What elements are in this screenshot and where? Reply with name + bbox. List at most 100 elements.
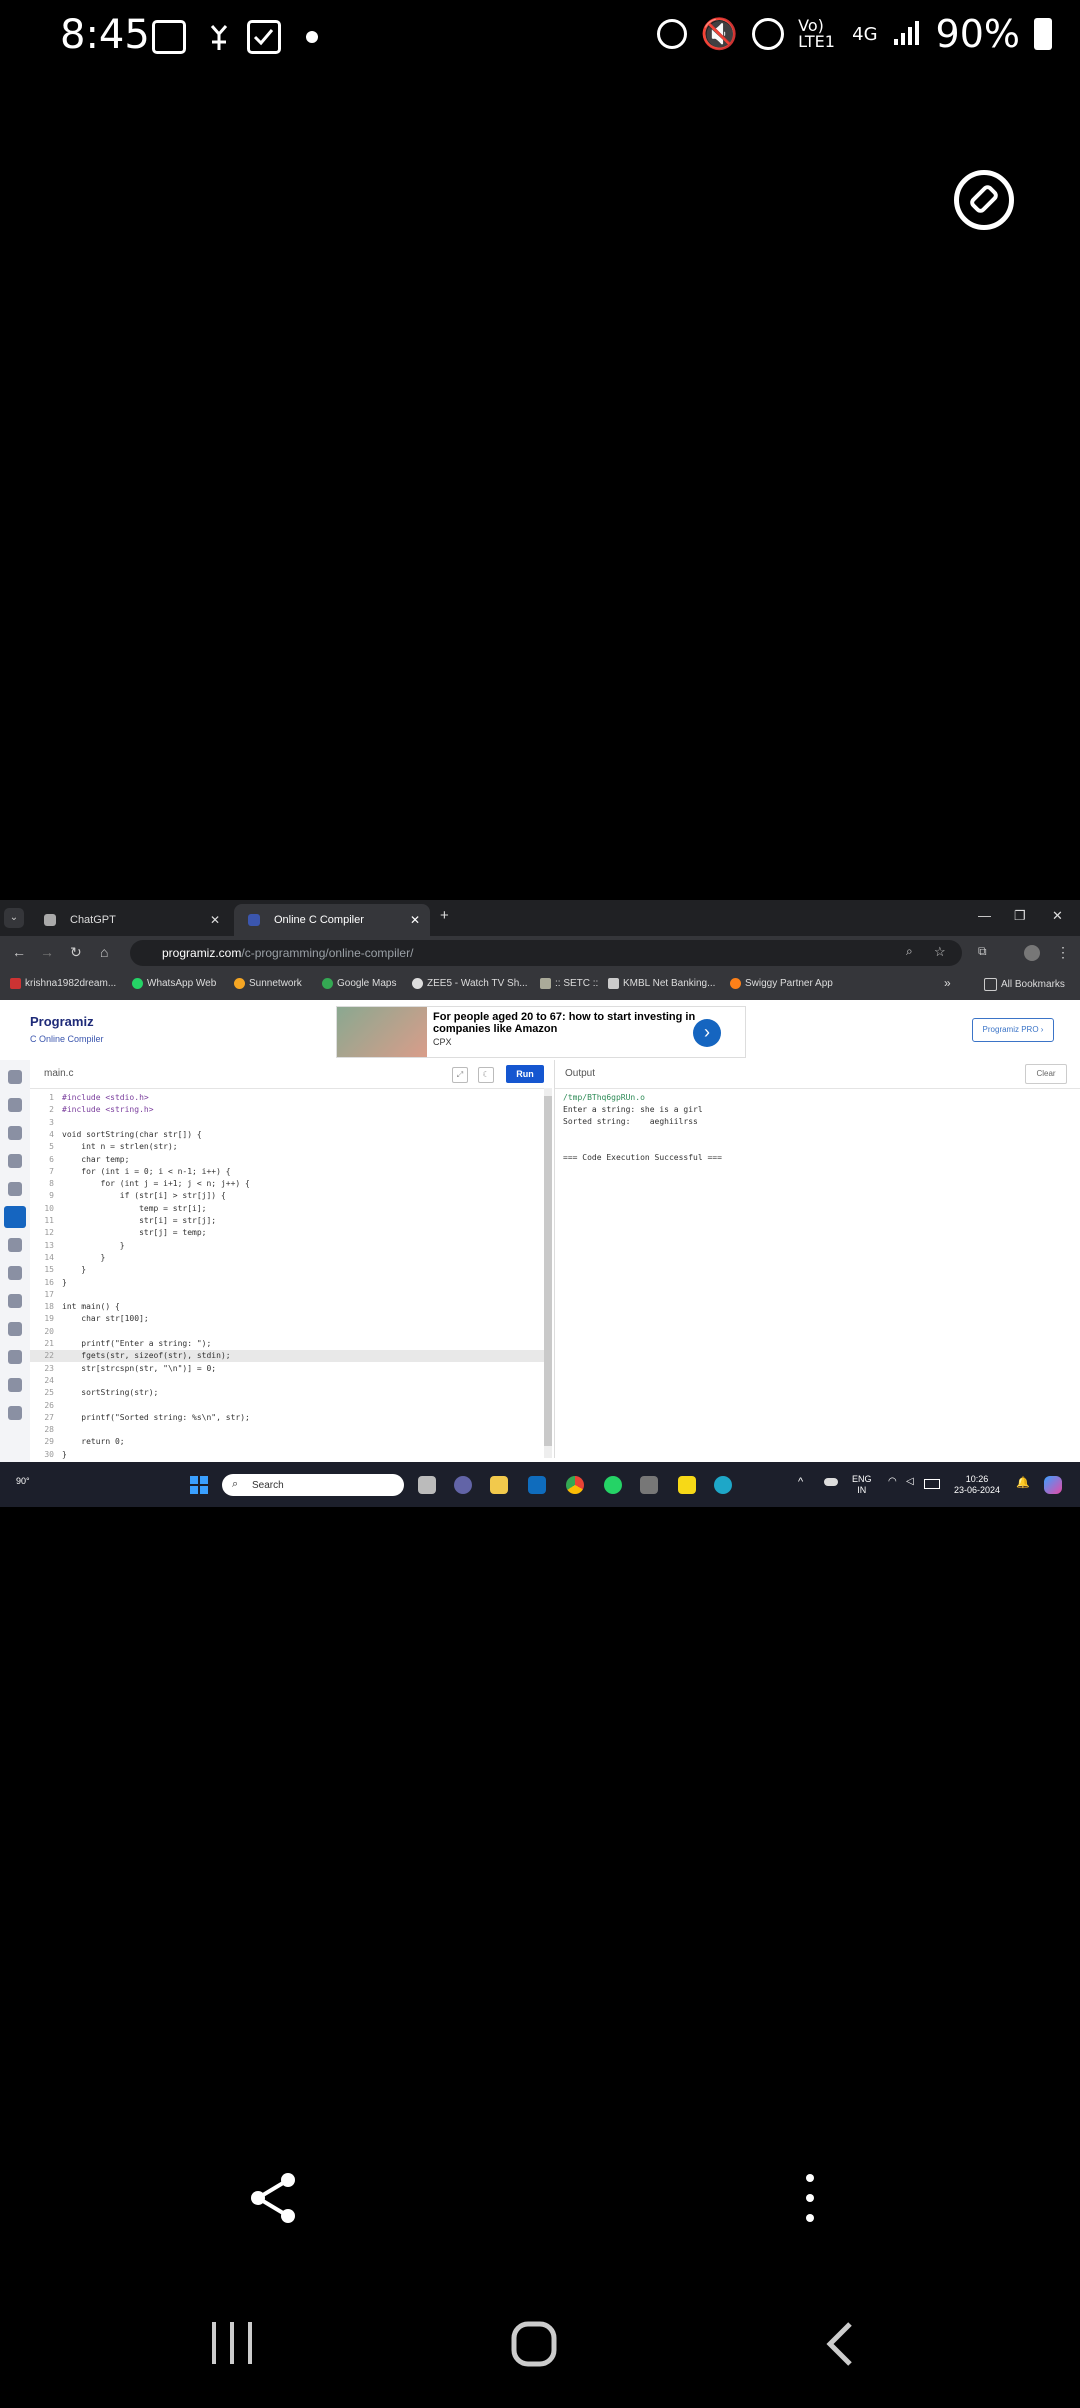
- code-line[interactable]: void sortString(char str[]) {: [62, 1129, 202, 1141]
- bookmark-item[interactable]: Sunnetwork: [234, 978, 302, 989]
- code-line[interactable]: char str[100];: [62, 1313, 148, 1325]
- code-line[interactable]: #include <string.h>: [62, 1104, 154, 1116]
- share-icon[interactable]: [246, 2170, 302, 2226]
- code-line[interactable]: }: [62, 1252, 106, 1264]
- whatsapp-icon[interactable]: [604, 1476, 622, 1494]
- php-icon[interactable]: [8, 1350, 22, 1364]
- edge-icon[interactable]: [714, 1476, 732, 1494]
- more-bookmarks-button[interactable]: »: [944, 976, 951, 990]
- run-button[interactable]: Run: [506, 1065, 544, 1083]
- battery-icon[interactable]: [924, 1479, 940, 1489]
- close-icon[interactable]: ✕: [210, 913, 220, 927]
- theme-icon[interactable]: ☾: [478, 1067, 494, 1083]
- code-line[interactable]: }: [62, 1277, 67, 1289]
- code-line[interactable]: str[i] = str[j];: [62, 1215, 216, 1227]
- js-icon[interactable]: [8, 1294, 22, 1308]
- code-line[interactable]: }: [62, 1264, 86, 1276]
- swift-icon[interactable]: [8, 1378, 22, 1392]
- fullscreen-icon[interactable]: ⤢: [452, 1067, 468, 1083]
- more-options-icon[interactable]: [800, 2170, 820, 2226]
- zoom-icon[interactable]: ⌕: [906, 944, 913, 959]
- code-editor[interactable]: 1 #include <stdio.h> 2 #include <string.h> 3…: [30, 1088, 552, 1461]
- tab-online-c-compiler[interactable]: Online C Compiler ✕: [234, 904, 430, 936]
- ad-arrow-icon[interactable]: ›: [693, 1019, 721, 1047]
- bookmark-item[interactable]: :: SETC ::: [540, 978, 598, 989]
- code-line[interactable]: str[strcspn(str, "\n")] = 0;: [62, 1363, 216, 1375]
- onedrive-icon[interactable]: [824, 1478, 838, 1486]
- bookmark-item[interactable]: Swiggy Partner App: [730, 978, 833, 989]
- editor-scrollbar-thumb[interactable]: [544, 1096, 552, 1446]
- java-icon[interactable]: [8, 1182, 22, 1196]
- chrome-icon[interactable]: [566, 1476, 584, 1494]
- code-line[interactable]: temp = str[i];: [62, 1203, 206, 1215]
- weather-icon[interactable]: 90°: [16, 1476, 30, 1486]
- forward-icon[interactable]: →: [40, 944, 54, 960]
- code-line[interactable]: int n = strlen(str);: [62, 1141, 177, 1153]
- advertisement[interactable]: For people aged 20 to 67: how to start i…: [336, 1006, 746, 1058]
- taskbar-search-input[interactable]: ⌕ Search: [222, 1474, 404, 1496]
- url-input[interactable]: programiz.com/c-programming/online-compi…: [130, 940, 962, 966]
- rust-icon[interactable]: [8, 1406, 22, 1420]
- clear-button[interactable]: Clear: [1025, 1064, 1067, 1084]
- notification-bell-icon[interactable]: 🔔: [1016, 1476, 1030, 1489]
- star-icon[interactable]: ☆: [934, 944, 946, 960]
- teams-icon[interactable]: [454, 1476, 472, 1494]
- file-explorer-icon[interactable]: [490, 1476, 508, 1494]
- recent-apps-icon[interactable]: [210, 2320, 254, 2371]
- code-line[interactable]: }: [62, 1240, 125, 1252]
- go-icon[interactable]: [8, 1322, 22, 1336]
- code-line[interactable]: sortString(str);: [62, 1387, 158, 1399]
- c-icon[interactable]: [4, 1206, 26, 1228]
- minimize-icon[interactable]: —: [978, 908, 991, 923]
- code-line[interactable]: printf("Enter a string: ");: [62, 1338, 211, 1350]
- bookmark-item[interactable]: Google Maps: [322, 978, 396, 989]
- code-line[interactable]: return 0;: [62, 1436, 124, 1448]
- wifi-icon[interactable]: ◠: [888, 1476, 897, 1487]
- menu-icon[interactable]: ⋮: [1056, 944, 1070, 961]
- code-line[interactable]: #include <stdio.h>: [62, 1092, 149, 1104]
- sql-icon[interactable]: [8, 1126, 22, 1140]
- programiz-logo[interactable]: Programiz: [30, 1014, 94, 1029]
- clock[interactable]: 10:26 23-06-2024: [954, 1474, 1000, 1496]
- programiz-pro-button[interactable]: Programiz PRO ›: [972, 1018, 1054, 1042]
- code-line[interactable]: printf("Sorted string: %s\n", str);: [62, 1412, 250, 1424]
- r-icon[interactable]: [8, 1098, 22, 1112]
- tab-chatgpt[interactable]: ChatGPT ✕: [30, 904, 230, 936]
- back-button-icon[interactable]: [822, 2320, 858, 2373]
- task-view-icon[interactable]: [418, 1476, 436, 1494]
- calculator-icon[interactable]: [640, 1476, 658, 1494]
- code-line[interactable]: for (int j = i+1; j < n; j++) {: [62, 1178, 250, 1190]
- code-line[interactable]: }: [62, 1449, 67, 1461]
- volume-icon[interactable]: ◁: [906, 1476, 914, 1487]
- sticky-notes-icon[interactable]: [678, 1476, 696, 1494]
- restore-icon[interactable]: ❐: [1014, 908, 1026, 924]
- extensions-icon[interactable]: ⧉: [978, 944, 987, 959]
- language-indicator[interactable]: ENG IN: [852, 1474, 872, 1496]
- home-icon[interactable]: ⌂: [100, 944, 108, 960]
- bookmark-item[interactable]: KMBL Net Banking...: [608, 978, 715, 989]
- csharp-icon[interactable]: [8, 1266, 22, 1280]
- reload-icon[interactable]: ↻: [70, 944, 82, 961]
- bookmark-item[interactable]: krishna1982dream...: [10, 978, 116, 989]
- code-line[interactable]: fgets(str, sizeof(str), stdin);: [62, 1350, 230, 1362]
- code-line[interactable]: str[j] = temp;: [62, 1227, 206, 1239]
- html-icon[interactable]: [8, 1154, 22, 1168]
- bookmark-item[interactable]: ZEE5 - Watch TV Sh...: [412, 978, 528, 989]
- all-bookmarks-button[interactable]: All Bookmarks: [984, 978, 1065, 991]
- python-icon[interactable]: [8, 1070, 22, 1084]
- tab-search-icon[interactable]: ⌄: [4, 908, 24, 928]
- bookmark-item[interactable]: WhatsApp Web: [132, 978, 216, 989]
- rotate-screen-icon[interactable]: [954, 170, 1014, 230]
- close-icon[interactable]: ✕: [410, 913, 420, 927]
- code-line[interactable]: for (int i = 0; i < n-1; i++) {: [62, 1166, 230, 1178]
- outlook-icon[interactable]: [528, 1476, 546, 1494]
- profile-icon[interactable]: [1024, 945, 1040, 961]
- new-tab-button[interactable]: +: [440, 907, 449, 924]
- code-line[interactable]: int main() {: [62, 1301, 120, 1313]
- back-icon[interactable]: ←: [12, 944, 26, 960]
- chevron-up-icon[interactable]: ^: [798, 1476, 803, 1488]
- windows-start-icon[interactable]: [190, 1476, 208, 1494]
- home-button-icon[interactable]: [510, 2320, 558, 2373]
- code-line[interactable]: if (str[i] > str[j]) {: [62, 1190, 226, 1202]
- copilot-icon[interactable]: [1044, 1476, 1062, 1494]
